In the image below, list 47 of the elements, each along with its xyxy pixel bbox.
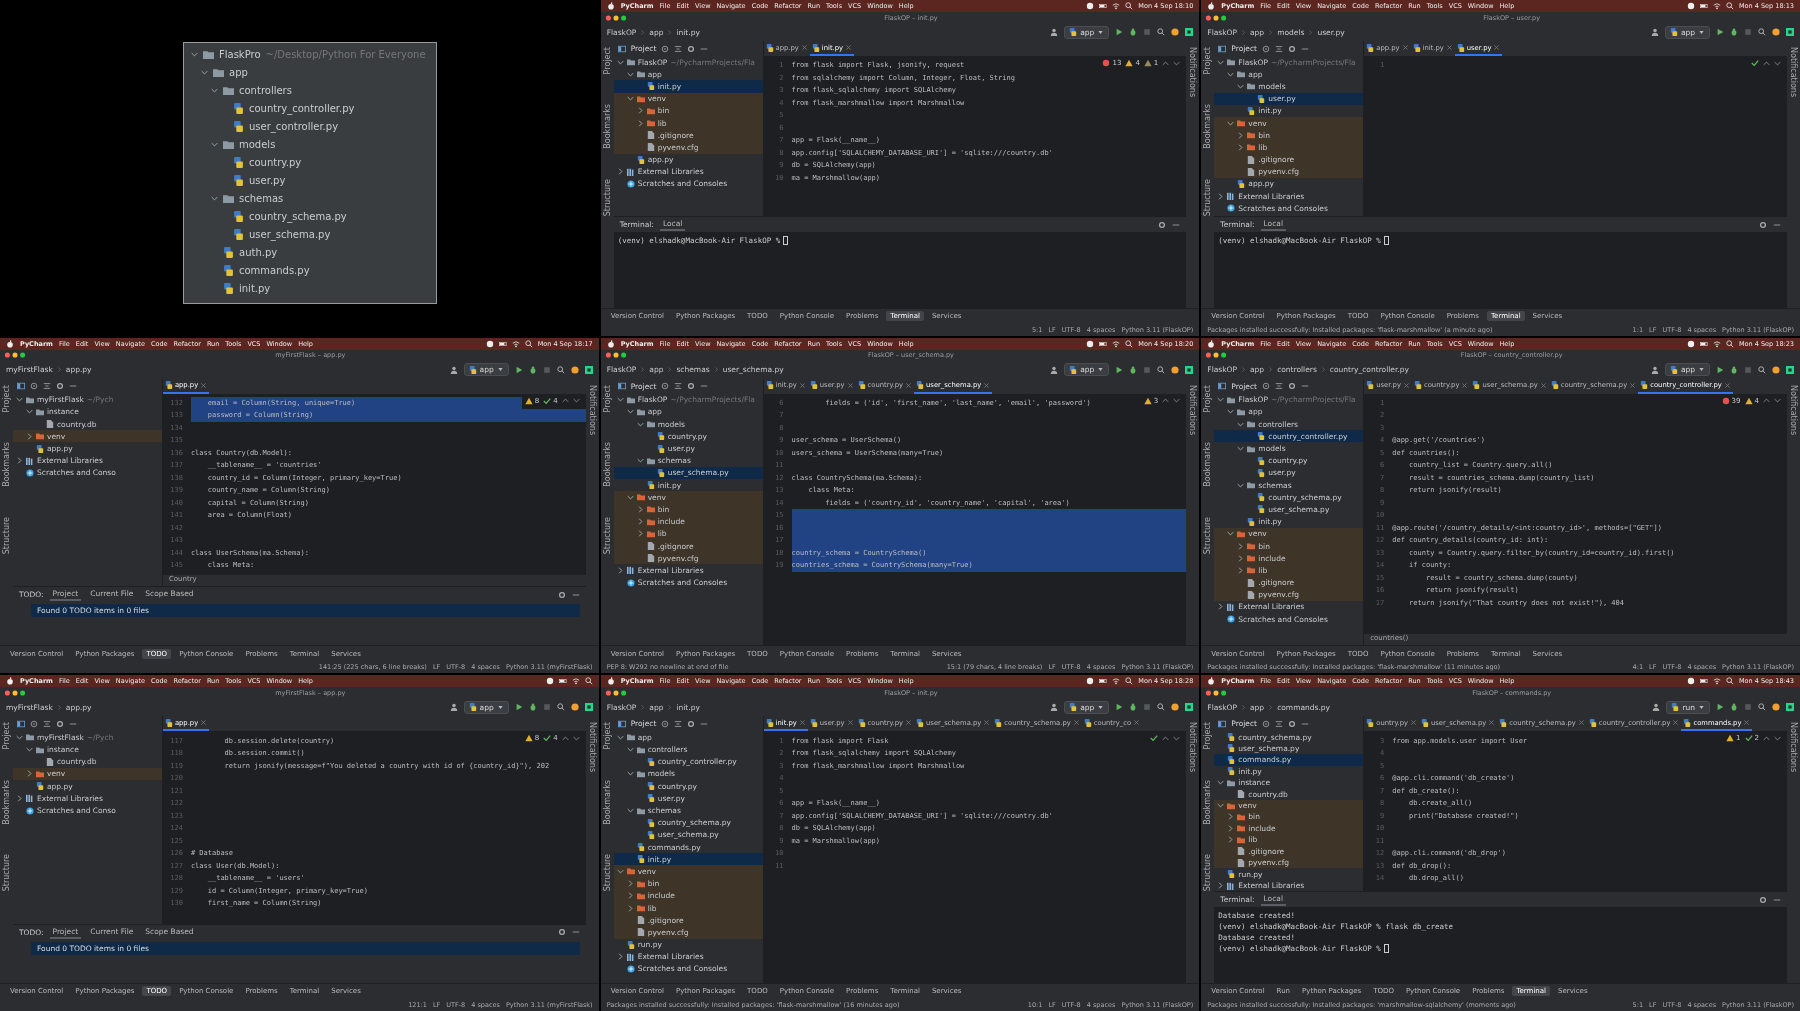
- tool-window-button[interactable]: Bookmarks: [1203, 104, 1213, 150]
- tool-window-button[interactable]: Structure: [2, 516, 11, 554]
- tool-window-button[interactable]: Notifications: [1188, 47, 1198, 98]
- tool-window-button[interactable]: Notifications: [587, 722, 597, 773]
- tree-item[interactable]: app: [188, 63, 428, 81]
- tool-window-button[interactable]: Project: [1203, 384, 1213, 413]
- tool-window-button[interactable]: Project: [1203, 47, 1213, 75]
- tool-window-button[interactable]: Notifications: [1789, 47, 1798, 98]
- tool-window-button[interactable]: Project: [2, 722, 11, 750]
- tool-window-button[interactable]: Notifications: [1789, 722, 1798, 773]
- tree-item[interactable]: user_controller.py: [188, 117, 428, 135]
- tool-window-button[interactable]: Bookmarks: [1203, 442, 1213, 487]
- tree-item[interactable]: init.py: [188, 279, 428, 297]
- tool-window-button[interactable]: Bookmarks: [2, 442, 11, 487]
- tool-window-button[interactable]: Structure: [602, 516, 612, 554]
- tool-window-button[interactable]: Bookmarks: [602, 779, 612, 825]
- tree-item[interactable]: models: [188, 135, 428, 153]
- tree-item[interactable]: country_schema.py: [188, 207, 428, 225]
- tool-window-button[interactable]: Structure: [1203, 516, 1213, 554]
- tool-window-button[interactable]: Project: [602, 722, 612, 750]
- tree-item[interactable]: commands.py: [188, 261, 428, 279]
- tool-window-button[interactable]: Bookmarks: [1203, 779, 1213, 825]
- tool-window-button[interactable]: Structure: [602, 854, 612, 892]
- tool-window-button[interactable]: Bookmarks: [602, 442, 612, 487]
- tool-window-button[interactable]: Bookmarks: [2, 779, 11, 825]
- tool-window-button[interactable]: Notifications: [1789, 384, 1798, 435]
- tool-window-button[interactable]: Structure: [602, 179, 612, 217]
- tree-item[interactable]: user.py: [188, 171, 428, 189]
- tree-item[interactable]: FlaskPro ~/Desktop/Python For Everyone: [188, 45, 428, 63]
- tool-window-button[interactable]: Structure: [2, 854, 11, 892]
- tool-window-button[interactable]: Project: [1203, 722, 1213, 750]
- tool-window-button[interactable]: Structure: [1203, 854, 1213, 892]
- tool-window-button[interactable]: Structure: [1203, 179, 1213, 217]
- path-hint: ~/Desktop/Python For Everyone: [265, 48, 426, 60]
- tool-window-button[interactable]: Project: [602, 47, 612, 75]
- tool-window-button[interactable]: Notifications: [587, 384, 597, 435]
- tree-item[interactable]: auth.py: [188, 243, 428, 261]
- tool-window-button[interactable]: Notifications: [1188, 384, 1198, 435]
- tool-window-button[interactable]: Project: [2, 384, 11, 413]
- tool-window-button[interactable]: Notifications: [1188, 722, 1198, 773]
- tool-window-button[interactable]: Project: [602, 384, 612, 413]
- tree-item[interactable]: user_schema.py: [188, 225, 428, 243]
- tree-item[interactable]: country.py: [188, 153, 428, 171]
- tree-item[interactable]: schemas: [188, 189, 428, 207]
- tree-item[interactable]: controllers: [188, 81, 428, 99]
- tree-item[interactable]: country_controller.py: [188, 99, 428, 117]
- tool-window-button[interactable]: Bookmarks: [602, 104, 612, 150]
